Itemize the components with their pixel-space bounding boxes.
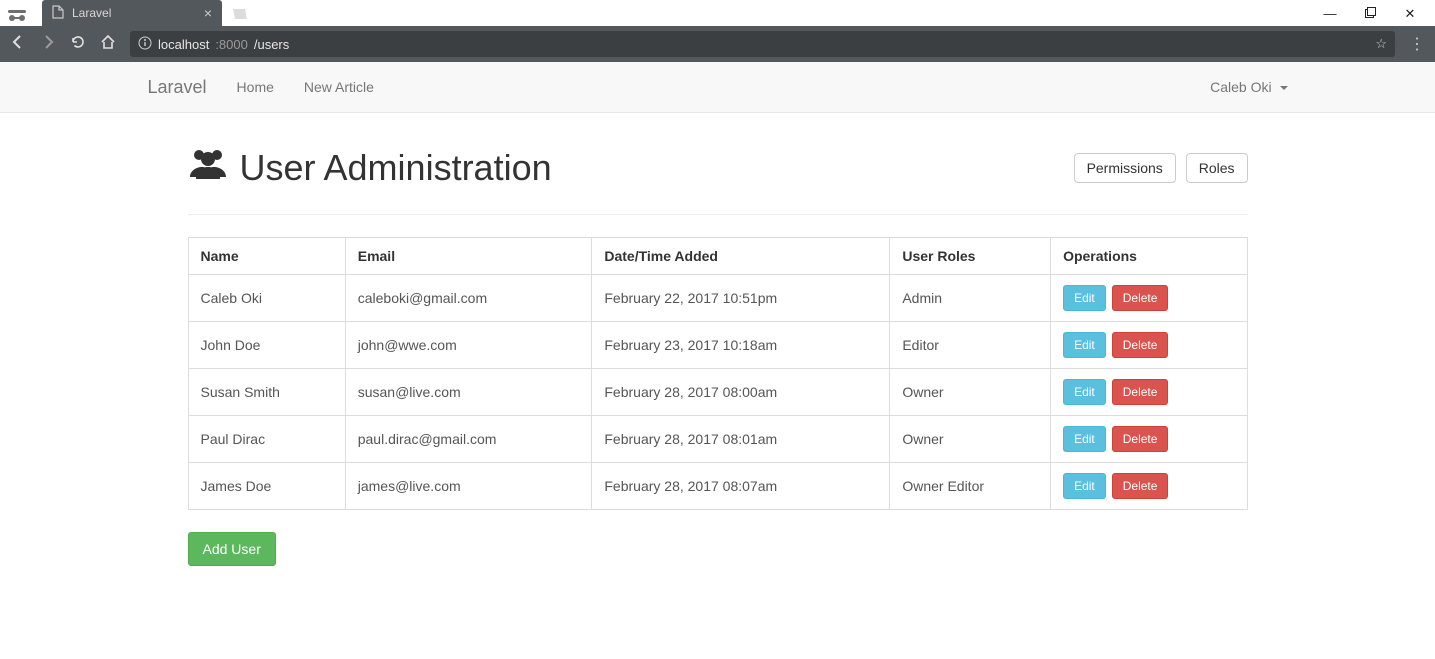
cell-name: James Doe: [188, 463, 345, 510]
info-icon[interactable]: [138, 36, 152, 53]
table-header-row: Name Email Date/Time Added User Roles Op…: [188, 238, 1247, 275]
edit-button[interactable]: Edit: [1063, 426, 1106, 452]
file-icon: [52, 5, 64, 22]
bookmark-star-icon[interactable]: ☆: [1375, 36, 1387, 52]
cell-roles: Admin: [890, 275, 1051, 322]
delete-button[interactable]: Delete: [1112, 379, 1169, 405]
table-row: Susan Smithsusan@live.comFebruary 28, 20…: [188, 369, 1247, 416]
col-roles: User Roles: [890, 238, 1051, 275]
cell-name: Susan Smith: [188, 369, 345, 416]
cell-operations: EditDelete: [1051, 322, 1247, 369]
forward-button[interactable]: [40, 34, 56, 54]
page-header: User Administration Permissions Roles: [188, 143, 1248, 215]
edit-button[interactable]: Edit: [1063, 285, 1106, 311]
delete-button[interactable]: Delete: [1112, 332, 1169, 358]
col-ops: Operations: [1051, 238, 1247, 275]
col-datetime: Date/Time Added: [592, 238, 890, 275]
cell-datetime: February 28, 2017 08:00am: [592, 369, 890, 416]
home-button[interactable]: [100, 34, 116, 54]
users-icon: [188, 143, 228, 192]
url-host: localhost: [158, 37, 209, 52]
page-title-text: User Administration: [240, 147, 552, 189]
tab-title: Laravel: [72, 6, 196, 20]
table-row: John Doejohn@wwe.comFebruary 23, 2017 10…: [188, 322, 1247, 369]
page-title: User Administration: [188, 143, 552, 192]
browser-toolbar: localhost :8000/users ☆ ⋮: [0, 26, 1435, 62]
users-table: Name Email Date/Time Added User Roles Op…: [188, 237, 1248, 510]
cell-operations: EditDelete: [1051, 369, 1247, 416]
caret-down-icon: [1280, 86, 1288, 90]
nav-link-new-article[interactable]: New Article: [289, 64, 389, 110]
maximize-button[interactable]: [1363, 6, 1377, 22]
cell-operations: EditDelete: [1051, 463, 1247, 510]
page-container: User Administration Permissions Roles Na…: [188, 113, 1248, 566]
user-name: Caleb Oki: [1210, 79, 1271, 95]
cell-datetime: February 22, 2017 10:51pm: [592, 275, 890, 322]
roles-button[interactable]: Roles: [1186, 153, 1248, 183]
delete-button[interactable]: Delete: [1112, 426, 1169, 452]
cell-email: susan@live.com: [345, 369, 592, 416]
browser-menu-button[interactable]: ⋮: [1409, 34, 1425, 54]
cell-name: Caleb Oki: [188, 275, 345, 322]
permissions-button[interactable]: Permissions: [1074, 153, 1176, 183]
delete-button[interactable]: Delete: [1112, 473, 1169, 499]
edit-button[interactable]: Edit: [1063, 332, 1106, 358]
cell-roles: Owner Editor: [890, 463, 1051, 510]
table-row: Paul Diracpaul.dirac@gmail.comFebruary 2…: [188, 416, 1247, 463]
close-window-button[interactable]: ✕: [1403, 6, 1417, 22]
cell-name: John Doe: [188, 322, 345, 369]
browser-tab[interactable]: Laravel ×: [42, 0, 222, 26]
url-port: :8000: [215, 37, 248, 52]
cell-roles: Owner: [890, 369, 1051, 416]
incognito-icon: [6, 6, 28, 25]
add-user-button[interactable]: Add User: [188, 532, 276, 566]
minimize-button[interactable]: —: [1323, 6, 1337, 22]
table-row: James Doejames@live.comFebruary 28, 2017…: [188, 463, 1247, 510]
cell-email: caleboki@gmail.com: [345, 275, 592, 322]
close-tab-icon[interactable]: ×: [204, 5, 212, 21]
cell-email: paul.dirac@gmail.com: [345, 416, 592, 463]
col-email: Email: [345, 238, 592, 275]
app-navbar: Laravel Home New Article Caleb Oki: [0, 62, 1435, 113]
cell-operations: EditDelete: [1051, 416, 1247, 463]
back-button[interactable]: [10, 34, 26, 54]
reload-button[interactable]: [70, 34, 86, 54]
cell-datetime: February 28, 2017 08:01am: [592, 416, 890, 463]
cell-operations: EditDelete: [1051, 275, 1247, 322]
browser-tabstrip: Laravel × — ✕: [0, 0, 1435, 26]
user-menu[interactable]: Caleb Oki: [1195, 64, 1302, 110]
cell-roles: Owner: [890, 416, 1051, 463]
new-tab-button[interactable]: [230, 5, 248, 26]
address-bar[interactable]: localhost :8000/users ☆: [130, 31, 1395, 57]
cell-email: john@wwe.com: [345, 322, 592, 369]
cell-datetime: February 23, 2017 10:18am: [592, 322, 890, 369]
col-name: Name: [188, 238, 345, 275]
cell-email: james@live.com: [345, 463, 592, 510]
edit-button[interactable]: Edit: [1063, 379, 1106, 405]
url-path: /users: [254, 37, 289, 52]
nav-link-home[interactable]: Home: [222, 64, 289, 110]
cell-name: Paul Dirac: [188, 416, 345, 463]
header-buttons: Permissions Roles: [1068, 153, 1248, 183]
cell-datetime: February 28, 2017 08:07am: [592, 463, 890, 510]
table-row: Caleb Okicaleboki@gmail.comFebruary 22, …: [188, 275, 1247, 322]
delete-button[interactable]: Delete: [1112, 285, 1169, 311]
window-controls: — ✕: [1305, 0, 1435, 28]
edit-button[interactable]: Edit: [1063, 473, 1106, 499]
brand-link[interactable]: Laravel: [133, 62, 222, 113]
cell-roles: Editor: [890, 322, 1051, 369]
